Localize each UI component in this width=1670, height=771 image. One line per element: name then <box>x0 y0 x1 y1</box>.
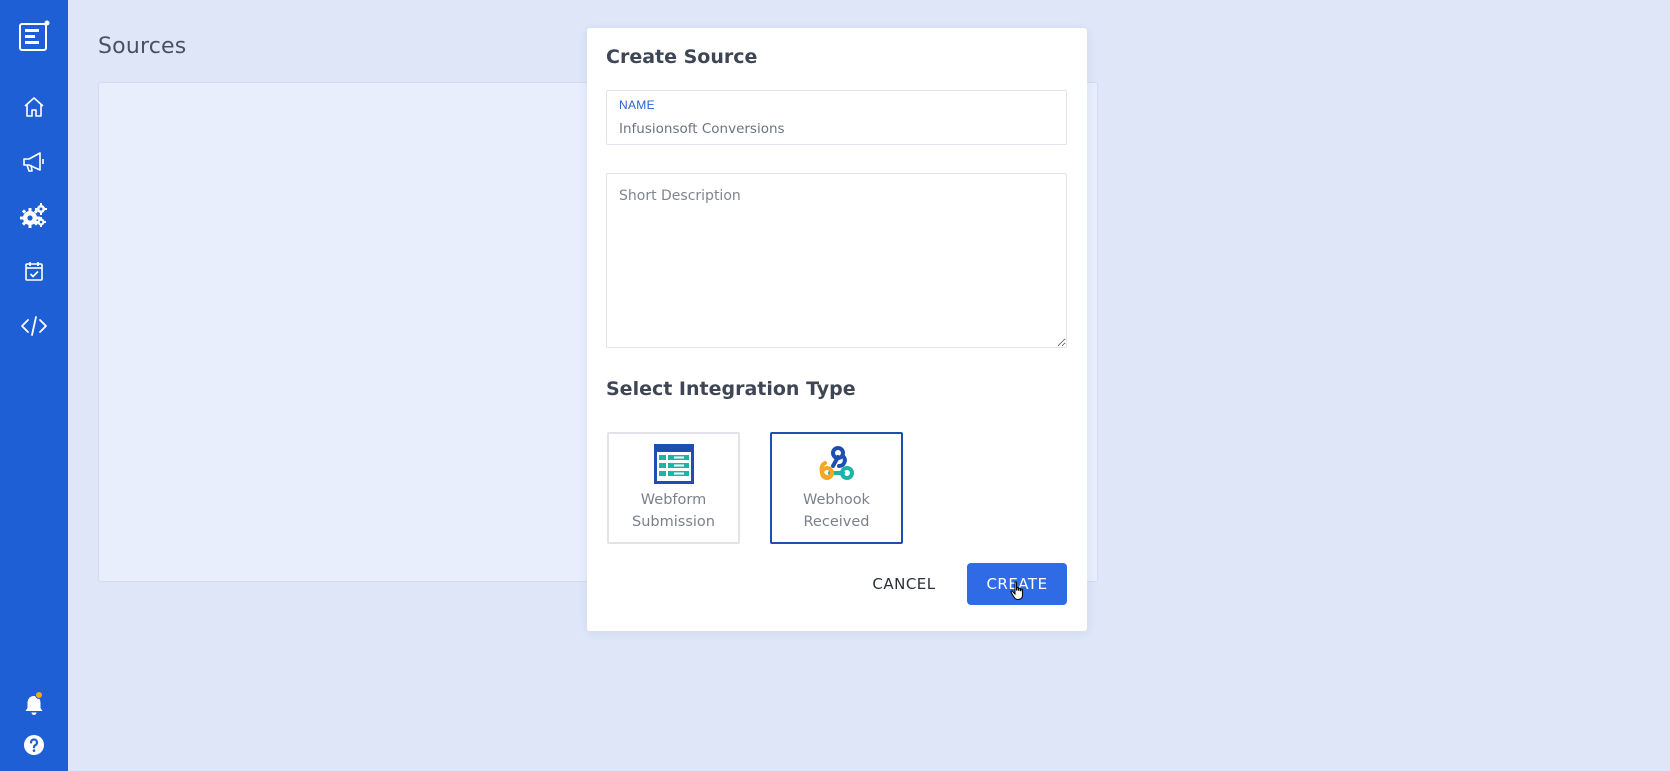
page-title: Sources <box>98 34 187 59</box>
dialog-title: Create Source <box>606 46 758 68</box>
calendar-check-icon[interactable] <box>0 249 68 293</box>
name-input[interactable] <box>619 120 1049 138</box>
notification-badge <box>35 691 43 699</box>
bell-icon[interactable] <box>0 683 68 727</box>
gears-icon[interactable] <box>0 194 68 238</box>
short-description-textarea[interactable] <box>606 173 1067 348</box>
create-source-dialog: Create Source NAME Select Integration Ty… <box>587 28 1087 631</box>
help-icon[interactable] <box>0 723 68 767</box>
integration-option-webform[interactable]: Webform Submission <box>607 432 740 544</box>
webhook-option-label: Webhook Received <box>803 492 870 530</box>
cancel-button[interactable]: CANCEL <box>861 563 947 605</box>
name-field[interactable]: NAME <box>606 90 1067 145</box>
home-icon[interactable] <box>0 85 68 129</box>
name-field-label: NAME <box>619 98 655 112</box>
webform-icon <box>653 444 694 484</box>
create-button[interactable]: CREATE <box>967 563 1067 605</box>
webhook-icon <box>816 444 858 484</box>
webform-option-label: Webform Submission <box>632 492 715 530</box>
sidebar <box>0 0 68 771</box>
code-icon[interactable] <box>0 304 68 348</box>
integration-type-title: Select Integration Type <box>606 378 856 400</box>
app-logo-icon[interactable] <box>0 14 68 58</box>
megaphone-icon[interactable] <box>0 140 68 184</box>
integration-option-webhook[interactable]: Webhook Received <box>770 432 903 544</box>
